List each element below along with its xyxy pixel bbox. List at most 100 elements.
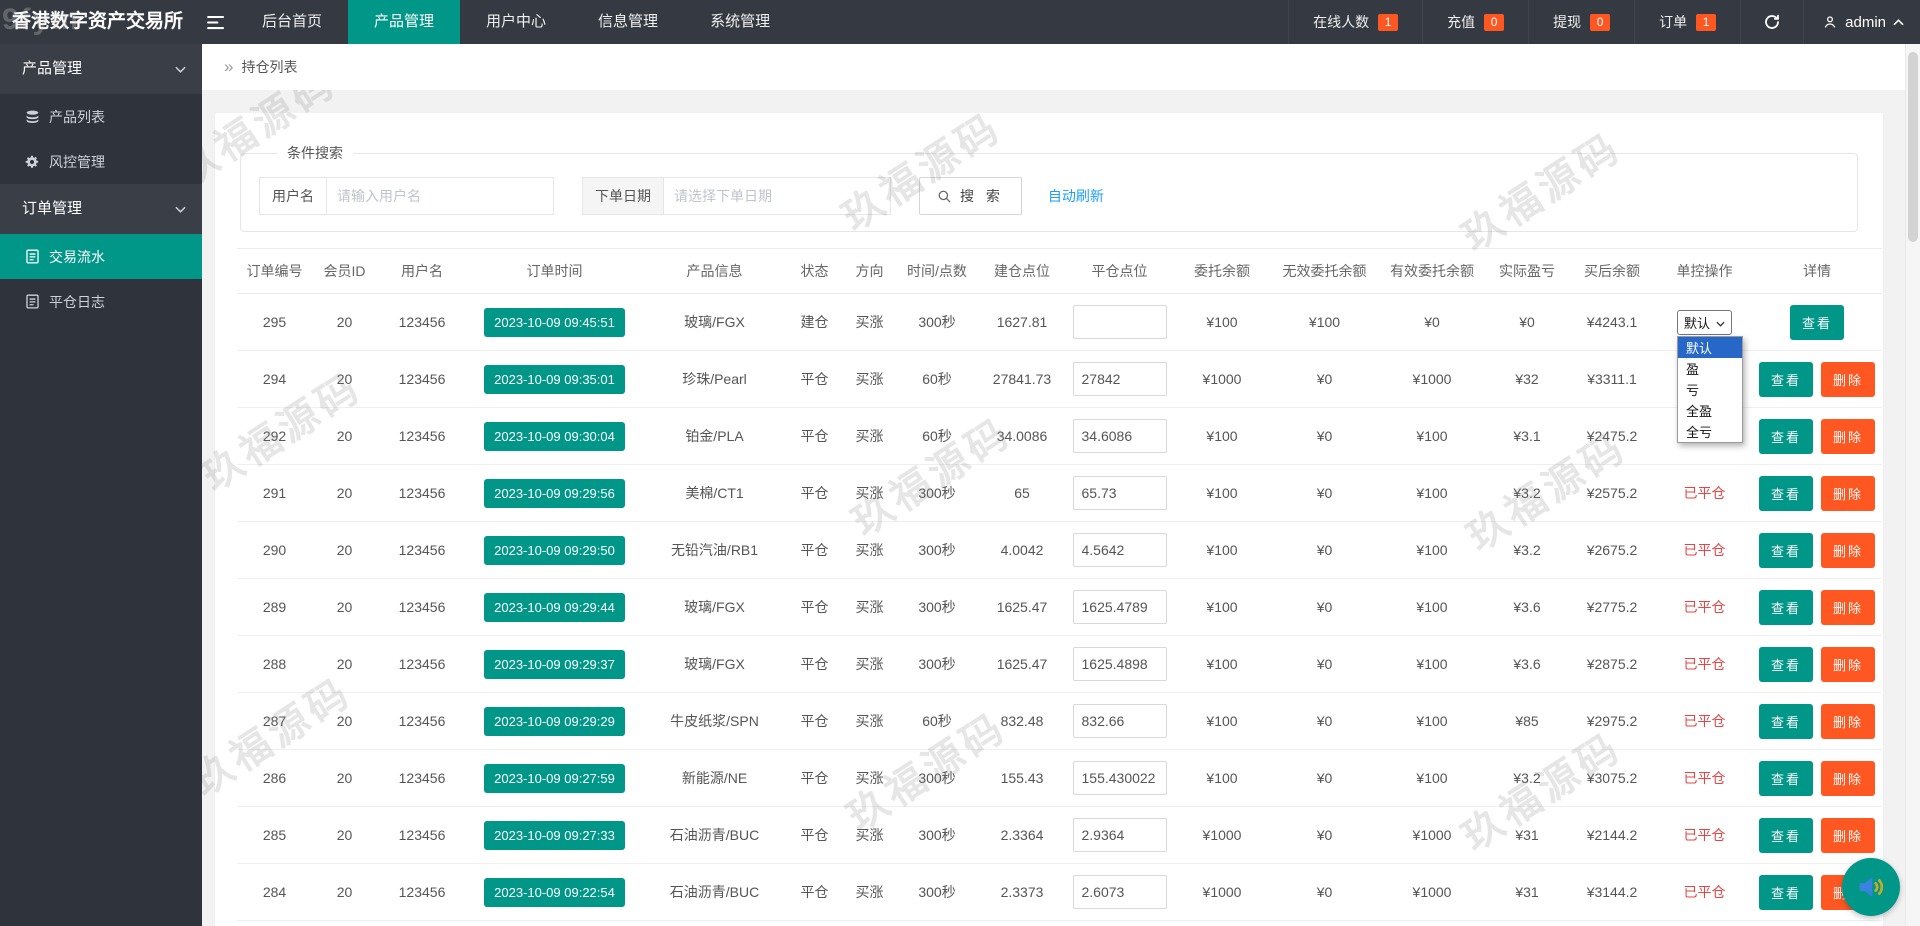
nav-stat-充值[interactable]: 充值 0 <box>1422 0 1528 44</box>
cell-open-point: 1625.47 <box>977 578 1067 636</box>
page-scrollbar[interactable] <box>1905 44 1920 926</box>
nav-item-信息管理[interactable]: 信息管理 <box>572 0 684 44</box>
order-control-select-box[interactable]: 默认 <box>1676 309 1732 335</box>
cell-direction: 买涨 <box>842 464 897 522</box>
close-point-input[interactable] <box>1072 818 1167 852</box>
cell-profit: ¥3.2 <box>1487 521 1567 579</box>
close-point-input[interactable] <box>1072 305 1167 339</box>
delete-button[interactable]: 删除 <box>1821 361 1876 397</box>
user-menu[interactable]: admin <box>1803 0 1920 44</box>
close-point-input[interactable] <box>1072 704 1167 738</box>
cell-invalid-entrust: ¥0 <box>1272 920 1377 926</box>
refresh-icon[interactable] <box>1740 0 1803 44</box>
username-label: admin <box>1845 13 1886 31</box>
cell-detail: 查看删除 <box>1752 350 1882 408</box>
delete-button[interactable]: 删除 <box>1821 646 1876 682</box>
order-control-select: 默认 默认盈亏全盈 全亏 <box>1676 309 1743 443</box>
dropdown-option[interactable]: 默认 <box>1677 336 1742 358</box>
cell-valid-entrust: ¥1000 <box>1377 863 1487 921</box>
sidebar-item-产品列表[interactable]: 产品列表 <box>0 94 202 139</box>
cell-order-time: 2023-10-09 09:35:01 <box>467 350 642 408</box>
search-button[interactable]: 搜 索 <box>919 177 1022 215</box>
app-logo: 9fym 香港数字资产交易所 <box>0 0 196 44</box>
view-button[interactable]: 查看 <box>1758 475 1813 511</box>
username-input[interactable] <box>326 177 554 215</box>
cell-open-point: 155.43 <box>977 749 1067 807</box>
scrollbar-thumb[interactable] <box>1908 52 1918 242</box>
dropdown-option[interactable]: 全亏 <box>1678 421 1742 442</box>
close-point-input[interactable] <box>1072 476 1167 510</box>
nav-item-产品管理[interactable]: 产品管理 <box>348 0 461 44</box>
cell-profit: ¥3.6 <box>1487 578 1567 636</box>
nav-item-系统管理[interactable]: 系统管理 <box>684 0 796 44</box>
cell-product: 无铅汽油/RB1 <box>642 521 787 579</box>
delete-button[interactable]: 删除 <box>1821 760 1876 796</box>
close-point-input[interactable] <box>1072 761 1167 795</box>
cell-balance-after: ¥4041 <box>1567 920 1657 926</box>
column-header: 订单编号 <box>237 248 312 294</box>
cell-close-point <box>1067 464 1172 522</box>
sidebar-item-label: 平仓日志 <box>49 293 105 310</box>
cell-entrust: ¥100 <box>1172 407 1272 465</box>
dropdown-option[interactable]: 盈 <box>1678 358 1742 379</box>
column-header: 实际盈亏 <box>1487 248 1567 294</box>
sidebar-group-订单管理[interactable]: 订单管理 <box>0 184 202 234</box>
nav-item-后台首页[interactable]: 后台首页 <box>236 0 348 44</box>
close-point-input[interactable] <box>1072 647 1167 681</box>
close-point-input[interactable] <box>1072 362 1167 396</box>
sidebar-toggle-icon[interactable] <box>196 0 236 44</box>
sidebar-item-风控管理[interactable]: 风控管理 <box>0 139 202 184</box>
cell-order-time: 2023-10-09 09:45:51 <box>467 293 642 351</box>
delete-button[interactable]: 删除 <box>1821 532 1876 568</box>
delete-button[interactable]: 删除 <box>1821 475 1876 511</box>
sound-toggle-button[interactable] <box>1842 858 1900 916</box>
cell-duration: 300秒 <box>897 635 977 693</box>
nav-item-用户中心[interactable]: 用户中心 <box>460 0 572 44</box>
cell-username: 123456 <box>377 863 467 921</box>
order-date-input-group: 下单日期 <box>582 177 891 215</box>
close-point-input[interactable] <box>1072 875 1167 909</box>
view-button[interactable]: 查看 <box>1758 817 1813 853</box>
cell-duration: 300秒 <box>897 578 977 636</box>
dropdown-option[interactable]: 亏 <box>1678 379 1742 400</box>
view-button[interactable]: 查看 <box>1758 760 1813 796</box>
view-button[interactable]: 查看 <box>1758 646 1813 682</box>
sidebar-item-交易流水[interactable]: 交易流水 <box>0 234 202 279</box>
close-point-input[interactable] <box>1072 419 1167 453</box>
view-button[interactable]: 查看 <box>1758 589 1813 625</box>
order-time-badge: 2023-10-09 09:29:44 <box>484 592 625 622</box>
column-header: 有效委托余额 <box>1377 248 1487 294</box>
cell-order-time: 2023-10-09 09:29:56 <box>467 464 642 522</box>
view-button[interactable]: 查看 <box>1758 361 1813 397</box>
close-point-input[interactable] <box>1072 590 1167 624</box>
cell-control: 已平仓 <box>1657 692 1752 750</box>
auto-refresh-link[interactable]: 自动刷新 <box>1048 186 1104 206</box>
close-point-input[interactable] <box>1072 533 1167 567</box>
view-button[interactable]: 查看 <box>1758 418 1813 454</box>
dropdown-option[interactable]: 全盈 <box>1678 400 1742 421</box>
cell-username: 123456 <box>377 578 467 636</box>
cell-product: 美棉/CT1 <box>642 464 787 522</box>
view-button[interactable]: 查看 <box>1758 874 1813 910</box>
delete-button[interactable]: 删除 <box>1821 703 1876 739</box>
column-header: 平仓点位 <box>1067 248 1172 294</box>
view-button[interactable]: 查看 <box>1758 532 1813 568</box>
cell-product: 玻璃/FGX <box>642 578 787 636</box>
cell-invalid-entrust: ¥0 <box>1272 692 1377 750</box>
view-button[interactable]: 查看 <box>1789 304 1844 340</box>
cell-valid-entrust: ¥100 <box>1377 464 1487 522</box>
stat-count-badge: 1 <box>1696 13 1717 31</box>
nav-stat-订单[interactable]: 订单 1 <box>1634 0 1740 44</box>
cell-status: 平仓 <box>787 692 842 750</box>
sidebar-group-产品管理[interactable]: 产品管理 <box>0 44 202 94</box>
view-button[interactable]: 查看 <box>1758 703 1813 739</box>
nav-stat-在线人数[interactable]: 在线人数 1 <box>1288 0 1422 44</box>
cell-order-no: 291 <box>237 464 312 522</box>
delete-button[interactable]: 删除 <box>1821 817 1876 853</box>
order-date-input[interactable] <box>663 177 891 215</box>
sidebar-item-平仓日志[interactable]: 平仓日志 <box>0 279 202 324</box>
delete-button[interactable]: 删除 <box>1821 589 1876 625</box>
delete-button[interactable]: 删除 <box>1821 418 1876 454</box>
nav-stat-提现[interactable]: 提现 0 <box>1528 0 1634 44</box>
closed-position-label: 已平仓 <box>1683 713 1726 729</box>
